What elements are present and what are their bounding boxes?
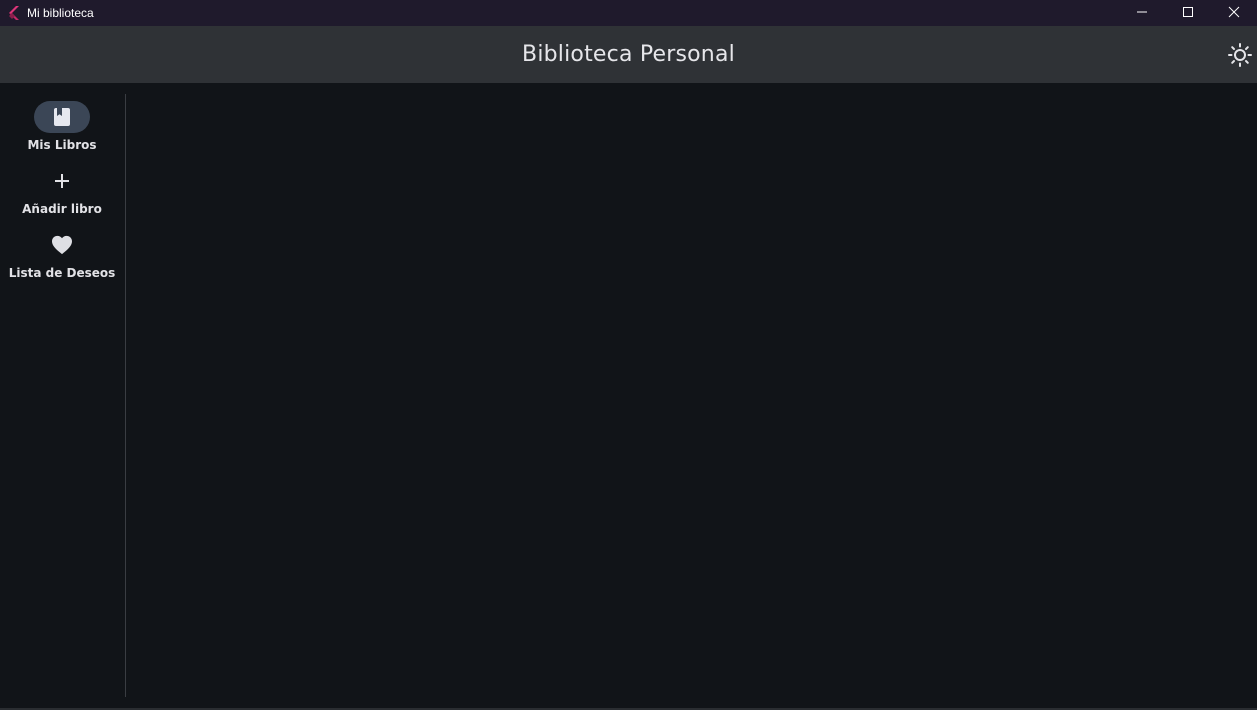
book-icon xyxy=(54,108,70,126)
heart-icon xyxy=(52,235,72,255)
app-window: Mi biblioteca Biblioteca Personal Mis Li… xyxy=(0,0,1257,710)
nav-label: Mis Libros xyxy=(27,138,97,152)
nav-active-indicator xyxy=(34,101,90,133)
navigation-rail: Mis Libros Añadir libro Lista de Deseos xyxy=(0,83,124,710)
window-titlebar[interactable]: Mi biblioteca xyxy=(0,0,1257,26)
minimize-icon xyxy=(1137,11,1147,13)
nav-indicator xyxy=(34,229,90,261)
window-title: Mi biblioteca xyxy=(27,6,94,20)
page-title: Biblioteca Personal xyxy=(522,42,735,67)
window-controls xyxy=(1119,0,1257,26)
close-icon xyxy=(1228,6,1240,18)
theme-toggle-button[interactable] xyxy=(1227,42,1253,68)
nav-indicator xyxy=(34,165,90,197)
minimize-button[interactable] xyxy=(1119,0,1165,24)
main-content xyxy=(126,83,1257,710)
nav-label: Lista de Deseos xyxy=(8,266,116,280)
plus-icon xyxy=(55,174,69,188)
sun-icon xyxy=(1228,43,1252,67)
nav-item-anadir-libro[interactable]: Añadir libro xyxy=(0,165,124,223)
close-button[interactable] xyxy=(1211,0,1257,24)
nav-label: Añadir libro xyxy=(22,202,102,216)
maximize-icon xyxy=(1183,7,1193,17)
nav-item-lista-deseos[interactable]: Lista de Deseos xyxy=(0,229,124,287)
app-bar: Biblioteca Personal xyxy=(0,26,1257,83)
maximize-button[interactable] xyxy=(1165,0,1211,24)
flutter-logo-icon xyxy=(6,5,22,21)
nav-item-mis-libros[interactable]: Mis Libros xyxy=(0,101,124,159)
